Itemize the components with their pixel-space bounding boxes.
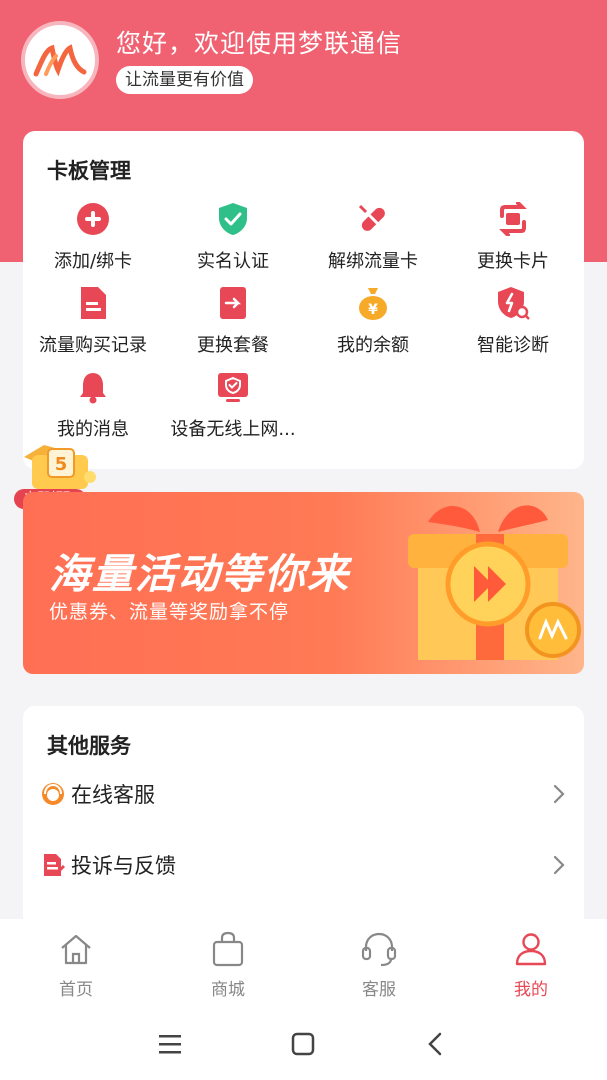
card-management-panel: 卡板管理 添加/绑卡 实名认证 解绑流量卡 更换卡片 流量购买记录 更换套餐 ¥… bbox=[23, 131, 584, 469]
bell-icon bbox=[73, 367, 113, 407]
grid-item-label: 解绑流量卡 bbox=[328, 251, 418, 272]
change-plan-icon bbox=[213, 283, 253, 323]
swap-card-icon bbox=[493, 199, 533, 239]
unbind-pill-icon bbox=[353, 199, 393, 239]
grid-item-diagnose[interactable]: 智能诊断 bbox=[443, 283, 583, 357]
avatar[interactable] bbox=[21, 21, 99, 99]
tab-label: 首页 bbox=[59, 980, 93, 1000]
grid-item-label: 更换卡片 bbox=[477, 251, 549, 272]
grid-item-balance[interactable]: ¥ 我的余额 bbox=[303, 283, 443, 357]
home-button[interactable] bbox=[288, 1029, 318, 1059]
grid-item-label: 智能诊断 bbox=[477, 335, 549, 356]
coupon-gift-icon: 5 bbox=[24, 445, 96, 489]
grid-item-purchase-record[interactable]: 流量购买记录 bbox=[23, 283, 163, 357]
service-row-online-support[interactable]: 在线客服 bbox=[41, 774, 566, 814]
square-home-icon bbox=[291, 1032, 315, 1056]
system-nav-bar bbox=[0, 1007, 607, 1080]
grid-item-label: 流量购买记录 bbox=[39, 335, 147, 356]
grid-item-add-card[interactable]: 添加/绑卡 bbox=[23, 199, 163, 273]
grid-item-label: 我的余额 bbox=[337, 335, 409, 356]
grid-item-label: 设备无线上网... bbox=[170, 419, 296, 440]
tab-home[interactable]: 首页 bbox=[31, 929, 121, 1000]
section-title: 其他服务 bbox=[47, 734, 131, 758]
customer-service-icon bbox=[42, 783, 64, 805]
document-icon bbox=[73, 283, 113, 323]
tab-label: 客服 bbox=[362, 980, 396, 1000]
service-label: 在线客服 bbox=[71, 783, 155, 807]
diagnose-shield-icon bbox=[493, 283, 533, 323]
grid-item-change-plan[interactable]: 更换套餐 bbox=[163, 283, 303, 357]
service-row-feedback[interactable]: 投诉与反馈 bbox=[41, 845, 566, 885]
tab-label: 商城 bbox=[211, 980, 245, 1000]
banner-title: 海量活动等你来 bbox=[49, 550, 350, 598]
grid-item-label: 更换套餐 bbox=[197, 335, 269, 356]
money-bag-icon: ¥ bbox=[353, 283, 393, 323]
other-services-panel: 其他服务 在线客服 投诉与反馈 bbox=[23, 706, 584, 936]
section-title: 卡板管理 bbox=[47, 159, 131, 183]
svg-text:¥: ¥ bbox=[368, 302, 378, 318]
menu-button[interactable] bbox=[155, 1029, 185, 1059]
grid-item-label: 实名认证 bbox=[197, 251, 269, 272]
bottom-tab-bar: 首页 商城 客服 我的 bbox=[0, 919, 607, 1007]
grid-item-swap-card[interactable]: 更换卡片 bbox=[443, 199, 583, 273]
grid-item-label: 添加/绑卡 bbox=[53, 251, 133, 272]
chevron-right-icon bbox=[553, 855, 565, 875]
tab-support[interactable]: 客服 bbox=[334, 929, 424, 1000]
tab-label: 我的 bbox=[514, 980, 548, 1000]
shield-check-icon bbox=[213, 199, 253, 239]
headset-icon bbox=[361, 932, 397, 967]
shopping-bag-icon bbox=[212, 931, 244, 967]
grid-item-unbind[interactable]: 解绑流量卡 bbox=[303, 199, 443, 273]
grid-item-real-name[interactable]: 实名认证 bbox=[163, 199, 303, 273]
tab-mall[interactable]: 商城 bbox=[183, 929, 273, 1000]
grid-item-wireless[interactable]: 设备无线上网... bbox=[163, 367, 303, 441]
wireless-device-icon bbox=[213, 367, 253, 407]
tab-mine[interactable]: 我的 bbox=[486, 929, 576, 1000]
back-button[interactable] bbox=[420, 1029, 450, 1059]
menu-icon bbox=[159, 1035, 181, 1054]
promo-banner[interactable]: 海量活动等你来 优惠券、流量等奖励拿不停 bbox=[23, 492, 584, 674]
feedback-icon bbox=[44, 854, 65, 876]
home-icon bbox=[61, 934, 91, 965]
grid-item-messages[interactable]: 我的消息 bbox=[23, 367, 163, 441]
coupon-number: 5 bbox=[55, 454, 68, 475]
gift-box-icon bbox=[408, 505, 581, 660]
chevron-right-icon bbox=[553, 784, 565, 804]
brand-logo-icon bbox=[33, 44, 87, 77]
add-circle-icon bbox=[73, 199, 113, 239]
slogan-badge: 让流量更有价值 bbox=[116, 66, 253, 94]
back-arrow-icon bbox=[428, 1032, 442, 1056]
greeting-text: 您好，欢迎使用梦联通信 bbox=[116, 29, 403, 58]
banner-subtitle: 优惠券、流量等奖励拿不停 bbox=[49, 601, 290, 623]
service-label: 投诉与反馈 bbox=[71, 854, 176, 878]
user-icon bbox=[515, 933, 547, 966]
